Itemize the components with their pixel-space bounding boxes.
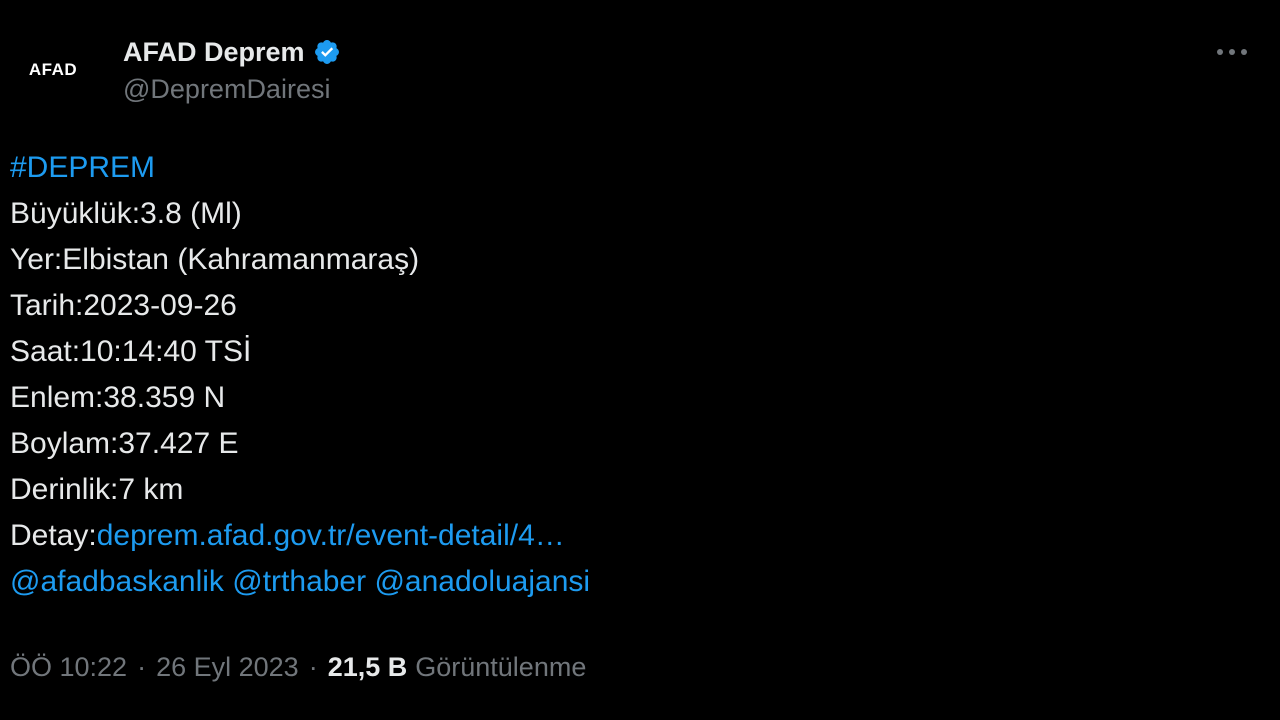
tweet-header: AFAD AFAD Deprem @DepremDairesi — [0, 28, 1280, 118]
hashtag-line: #DEPREM — [10, 145, 1210, 191]
longitude-line: Boylam:37.427 E — [10, 427, 239, 460]
post-date[interactable]: 26 Eyl 2023 — [156, 652, 299, 683]
magnitude-line: Büyüklük:3.8 (Ml) — [10, 197, 242, 230]
latitude-line: Enlem:38.359 N — [10, 381, 226, 414]
separator: · — [137, 652, 147, 682]
handle[interactable]: @DepremDairesi — [123, 74, 341, 105]
tweet: AFAD AFAD Deprem @DepremDairesi #DEPREM … — [0, 0, 1280, 720]
mention-anadoluajansi[interactable]: @anadoluajansi — [374, 565, 590, 598]
name-row: AFAD Deprem — [123, 34, 341, 70]
avatar[interactable]: AFAD — [14, 38, 92, 102]
post-time[interactable]: ÖÖ 10:22 — [10, 652, 127, 683]
separator-2: · — [308, 652, 318, 682]
mention-trthaber[interactable]: @trthaber — [232, 565, 366, 598]
mention-afadbaskanlik[interactable]: @afadbaskanlik — [10, 565, 224, 598]
tweet-body: #DEPREM Büyüklük:3.8 (Ml) Yer:Elbistan (… — [10, 145, 1210, 605]
hashtag-link[interactable]: #DEPREM — [10, 151, 155, 184]
date-line: Tarih:2023-09-26 — [10, 289, 237, 322]
detail-link[interactable]: deprem.afad.gov.tr/event-detail/4… — [97, 519, 565, 552]
detail-line: Detay:deprem.afad.gov.tr/event-detail/4… — [10, 513, 1210, 559]
mentions-line: @afadbaskanlik @trthaber @anadoluajansi — [10, 559, 1210, 605]
views-count: 21,5 B — [327, 652, 408, 682]
afad-logo: AFAD — [28, 60, 78, 79]
detail-label: Detay: — [10, 519, 97, 552]
time-line: Saat:10:14:40 TSİ — [10, 335, 252, 368]
views-label: Görüntülenme — [415, 652, 587, 682]
tweet-meta: ÖÖ 10:22 · 26 Eyl 2023 · 21,5 B Görüntül… — [10, 652, 586, 683]
location-line: Yer:Elbistan (Kahramanmaraş) — [10, 243, 420, 276]
verified-badge-icon — [313, 38, 341, 66]
more-horizontal-icon[interactable] — [1214, 42, 1250, 62]
depth-line: Derinlik:7 km — [10, 473, 184, 506]
display-name[interactable]: AFAD Deprem — [123, 37, 305, 68]
author-info: AFAD Deprem @DepremDairesi — [123, 34, 341, 105]
